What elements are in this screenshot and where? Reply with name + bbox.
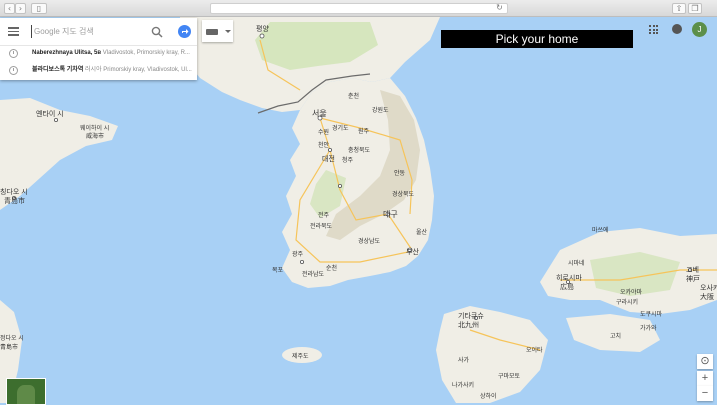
address-bar[interactable] xyxy=(210,3,508,14)
clock-icon xyxy=(9,66,18,75)
map-label-kitakyushu-sub: 北九州 xyxy=(458,320,479,329)
map-label-kagawa: 가가와 xyxy=(640,324,657,332)
map-label-matsue: 마쓰에 xyxy=(592,226,609,234)
zoom-out-button[interactable]: − xyxy=(697,386,713,401)
map-label-jeonju: 전주 xyxy=(318,211,330,219)
search-icon[interactable] xyxy=(151,26,163,38)
avatar[interactable]: J xyxy=(692,22,707,37)
map-label-ulsan: 울산 xyxy=(416,228,428,236)
map-label-chungbuk: 충청북도 xyxy=(348,146,371,154)
map-label-kobe-sub: 神戸 xyxy=(686,274,700,283)
map-label-tokushima: 도쿠시마 xyxy=(640,310,663,318)
map-label-andong: 안동 xyxy=(394,169,406,177)
map-label-gyeongbuk: 경상북도 xyxy=(392,190,415,198)
map-label-saga: 사가 xyxy=(458,356,470,364)
map-label-kitakyushu: 기타큐슈 xyxy=(458,311,484,320)
map-label-kochi: 고치 xyxy=(610,332,621,340)
keyboard-icon xyxy=(206,29,218,35)
suggestion-main: 블라디보스톡 기차역 xyxy=(32,67,84,73)
map-controls: ⊙ + − xyxy=(697,354,713,403)
map-label-gyeongnam: 경상남도 xyxy=(358,237,381,245)
map-label-osaka: 오사카 xyxy=(700,283,717,292)
map-label-cheongju: 청주 xyxy=(342,157,354,164)
map-label-seoul: 서울 xyxy=(312,109,327,118)
reload-icon[interactable]: ↻ xyxy=(495,3,504,12)
earth-view-thumbnail[interactable] xyxy=(6,378,46,405)
map-label-jeonnam: 전라남도 xyxy=(302,270,325,278)
map-label-jeonbuk: 전라북도 xyxy=(310,222,333,230)
apps-grid-icon[interactable] xyxy=(649,25,658,34)
map-label-osaka-sub: 大阪 xyxy=(700,292,714,301)
directions-icon[interactable] xyxy=(178,25,191,38)
map-label-gangwon: 강원도 xyxy=(372,106,389,114)
chevron-down-icon xyxy=(225,30,231,33)
map-label-qingdao-sub: 青島市 xyxy=(4,196,25,205)
suggestion-item[interactable]: Naberezhnaya Ulitsa, 5в Vladivostok, Pri… xyxy=(0,45,197,62)
notifications-icon[interactable] xyxy=(672,24,682,34)
map-label-jeju: 제주도 xyxy=(292,352,309,360)
map-label-chuncheon: 춘천 xyxy=(348,92,359,100)
hamburger-menu-icon[interactable] xyxy=(8,27,19,36)
suggestion-item[interactable]: 블라디보스톡 기차역 러시아 Primorskiy kray, Vladivos… xyxy=(0,62,197,79)
map-label-kobe: 고베 xyxy=(686,265,699,274)
map-label-daejeon: 대전 xyxy=(322,154,335,163)
map-label-gyeonggi: 경기도 xyxy=(332,124,349,132)
pick-your-home-banner: Pick your home xyxy=(441,30,633,48)
map-label-cheonan: 천안 xyxy=(318,141,330,149)
map-label-daegu: 대구 xyxy=(383,210,398,219)
map-label-mokpo: 목포 xyxy=(272,267,284,274)
map-label-hiroshima: 히로시마 xyxy=(556,273,582,282)
share-icon[interactable]: ⇧ xyxy=(672,3,686,14)
map-label-yantai: 옌타이 시 xyxy=(36,109,64,118)
tabs-icon[interactable]: ❐ xyxy=(688,3,702,14)
map-label-dalian: 정다오 시 xyxy=(0,334,24,342)
map-label-pyongyang: 평양 xyxy=(256,24,269,33)
search-panel: Naberezhnaya Ulitsa, 5в Vladivostok, Pri… xyxy=(0,18,197,80)
map-label-suwon: 수원 xyxy=(318,128,329,136)
suggestion-main: Naberezhnaya Ulitsa, 5в xyxy=(32,50,102,56)
map-label-shimane: 시마네 xyxy=(568,259,585,267)
zoom-in-button[interactable]: + xyxy=(697,371,713,386)
map-label-qingdao: 칭다오 시 xyxy=(0,187,28,196)
my-location-icon[interactable]: ⊙ xyxy=(697,354,713,369)
map-label-weihai: 웨이하이 시 xyxy=(80,124,109,132)
map-label-busan: 부산 xyxy=(406,247,419,256)
map-label-wonju: 원주 xyxy=(358,127,370,135)
input-tools-button[interactable] xyxy=(202,20,233,42)
map-label-oita: 오이타 xyxy=(526,346,543,354)
suggestion-secondary: Vladivostok, Primorskiy kray, R... xyxy=(102,50,190,56)
map-label-weihai-sub: 威海市 xyxy=(86,132,104,140)
browser-toolbar: ‹ › ▯ ↻ ⇧ ❐ xyxy=(0,0,717,17)
map-label-suncheon: 순천 xyxy=(326,264,337,272)
map-label-nagasaki: 나가사키 xyxy=(452,381,474,389)
sidebar-icon[interactable]: ▯ xyxy=(31,3,47,14)
map-label-kumamoto: 구마모토 xyxy=(498,372,521,380)
map-label-gwangju: 광주 xyxy=(292,251,304,258)
map-label-hiroshima-sub: 広島 xyxy=(560,282,574,291)
map-label-okayama: 오카야마 xyxy=(620,288,643,296)
chevron-right-icon[interactable]: › xyxy=(15,3,26,14)
map-label-dalian-sub: 青島市 xyxy=(0,343,18,351)
map-label-shanghai: 상하이 xyxy=(480,392,497,400)
chevron-left-icon[interactable]: ‹ xyxy=(4,3,15,14)
map-label-kurashiki: 구라시키 xyxy=(616,298,638,306)
suggestion-secondary: 러시아 Primorskiy kray, Vladivostok, Ul... xyxy=(85,67,192,73)
clock-icon xyxy=(9,49,18,58)
search-input[interactable] xyxy=(31,25,146,38)
search-bar xyxy=(0,18,197,46)
